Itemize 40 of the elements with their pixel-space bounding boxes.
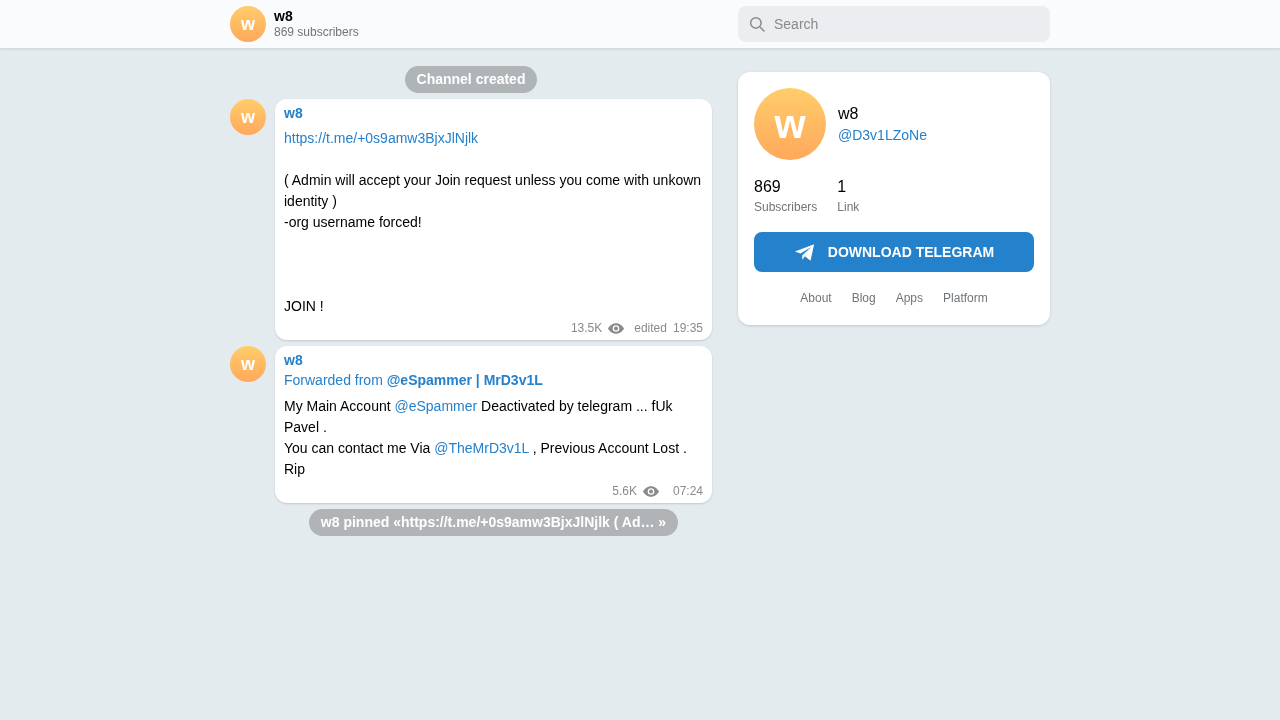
- stat-value: 1: [837, 177, 848, 197]
- view-count: 5.6K: [612, 483, 637, 500]
- forwarded-from[interactable]: Forwarded from @eSpammer | MrD3v1L: [284, 370, 703, 390]
- eye-icon: [608, 322, 625, 334]
- eye-icon: [642, 485, 659, 497]
- message-link[interactable]: @TheMrD3v1L: [434, 440, 529, 456]
- stat-label: Subscribers: [754, 199, 818, 216]
- edited-label: edited: [634, 320, 667, 337]
- search-field[interactable]: Search: [738, 6, 1050, 42]
- message-text: ( Admin will accept your Join request unless you come with unkown identity ): [284, 171, 703, 211]
- message-link[interactable]: @eSpammer: [394, 398, 478, 414]
- author-name[interactable]: w8: [284, 104, 703, 122]
- channel-title: w8: [274, 8, 294, 25]
- channel-avatar: w: [754, 88, 826, 160]
- message-time: 07:24: [672, 483, 703, 500]
- message-text: -org username forced!: [284, 213, 423, 232]
- subscriber-count: 869 subscribers: [274, 25, 359, 40]
- channel-avatar: w: [230, 99, 266, 135]
- service-message: Channel created: [404, 66, 538, 93]
- footer-link[interactable]: About: [800, 289, 832, 307]
- channel-name: w8: [838, 103, 860, 124]
- footer-link[interactable]: Apps: [895, 289, 924, 307]
- footer-link[interactable]: Blog: [851, 289, 876, 307]
- stat-label: Link: [837, 199, 860, 216]
- search-icon: [748, 15, 766, 33]
- message-text: JOIN !: [284, 297, 325, 316]
- channel-username[interactable]: @D3v1LZoNe: [838, 124, 927, 146]
- message-link[interactable]: https://t.me/+0s9amw3BjxJlNjlk: [284, 128, 479, 149]
- author-name[interactable]: w8: [284, 351, 703, 369]
- download-button[interactable]: DOWNLOAD TELEGRAM: [754, 232, 1034, 272]
- message-time: 19:35: [672, 320, 703, 337]
- stat-value: 869: [754, 177, 782, 197]
- channel-avatar: w: [230, 6, 266, 42]
- footer-link[interactable]: Platform: [943, 289, 988, 307]
- paper-plane-icon: [793, 242, 816, 262]
- channel-avatar: w: [230, 346, 266, 382]
- service-message: w8 pinned «https://t.me/+0s9amw3BjxJlNjlk ( Ad… »: [308, 509, 679, 536]
- message-text: My Main Account @eSpammer Deactivated by telegram ... fUk Pavel .: [284, 397, 674, 437]
- message-text: You can contact me Via @TheMrD3v1L , Previous Account Lost . Rip: [284, 439, 688, 479]
- view-count: 13.5K: [570, 320, 603, 337]
